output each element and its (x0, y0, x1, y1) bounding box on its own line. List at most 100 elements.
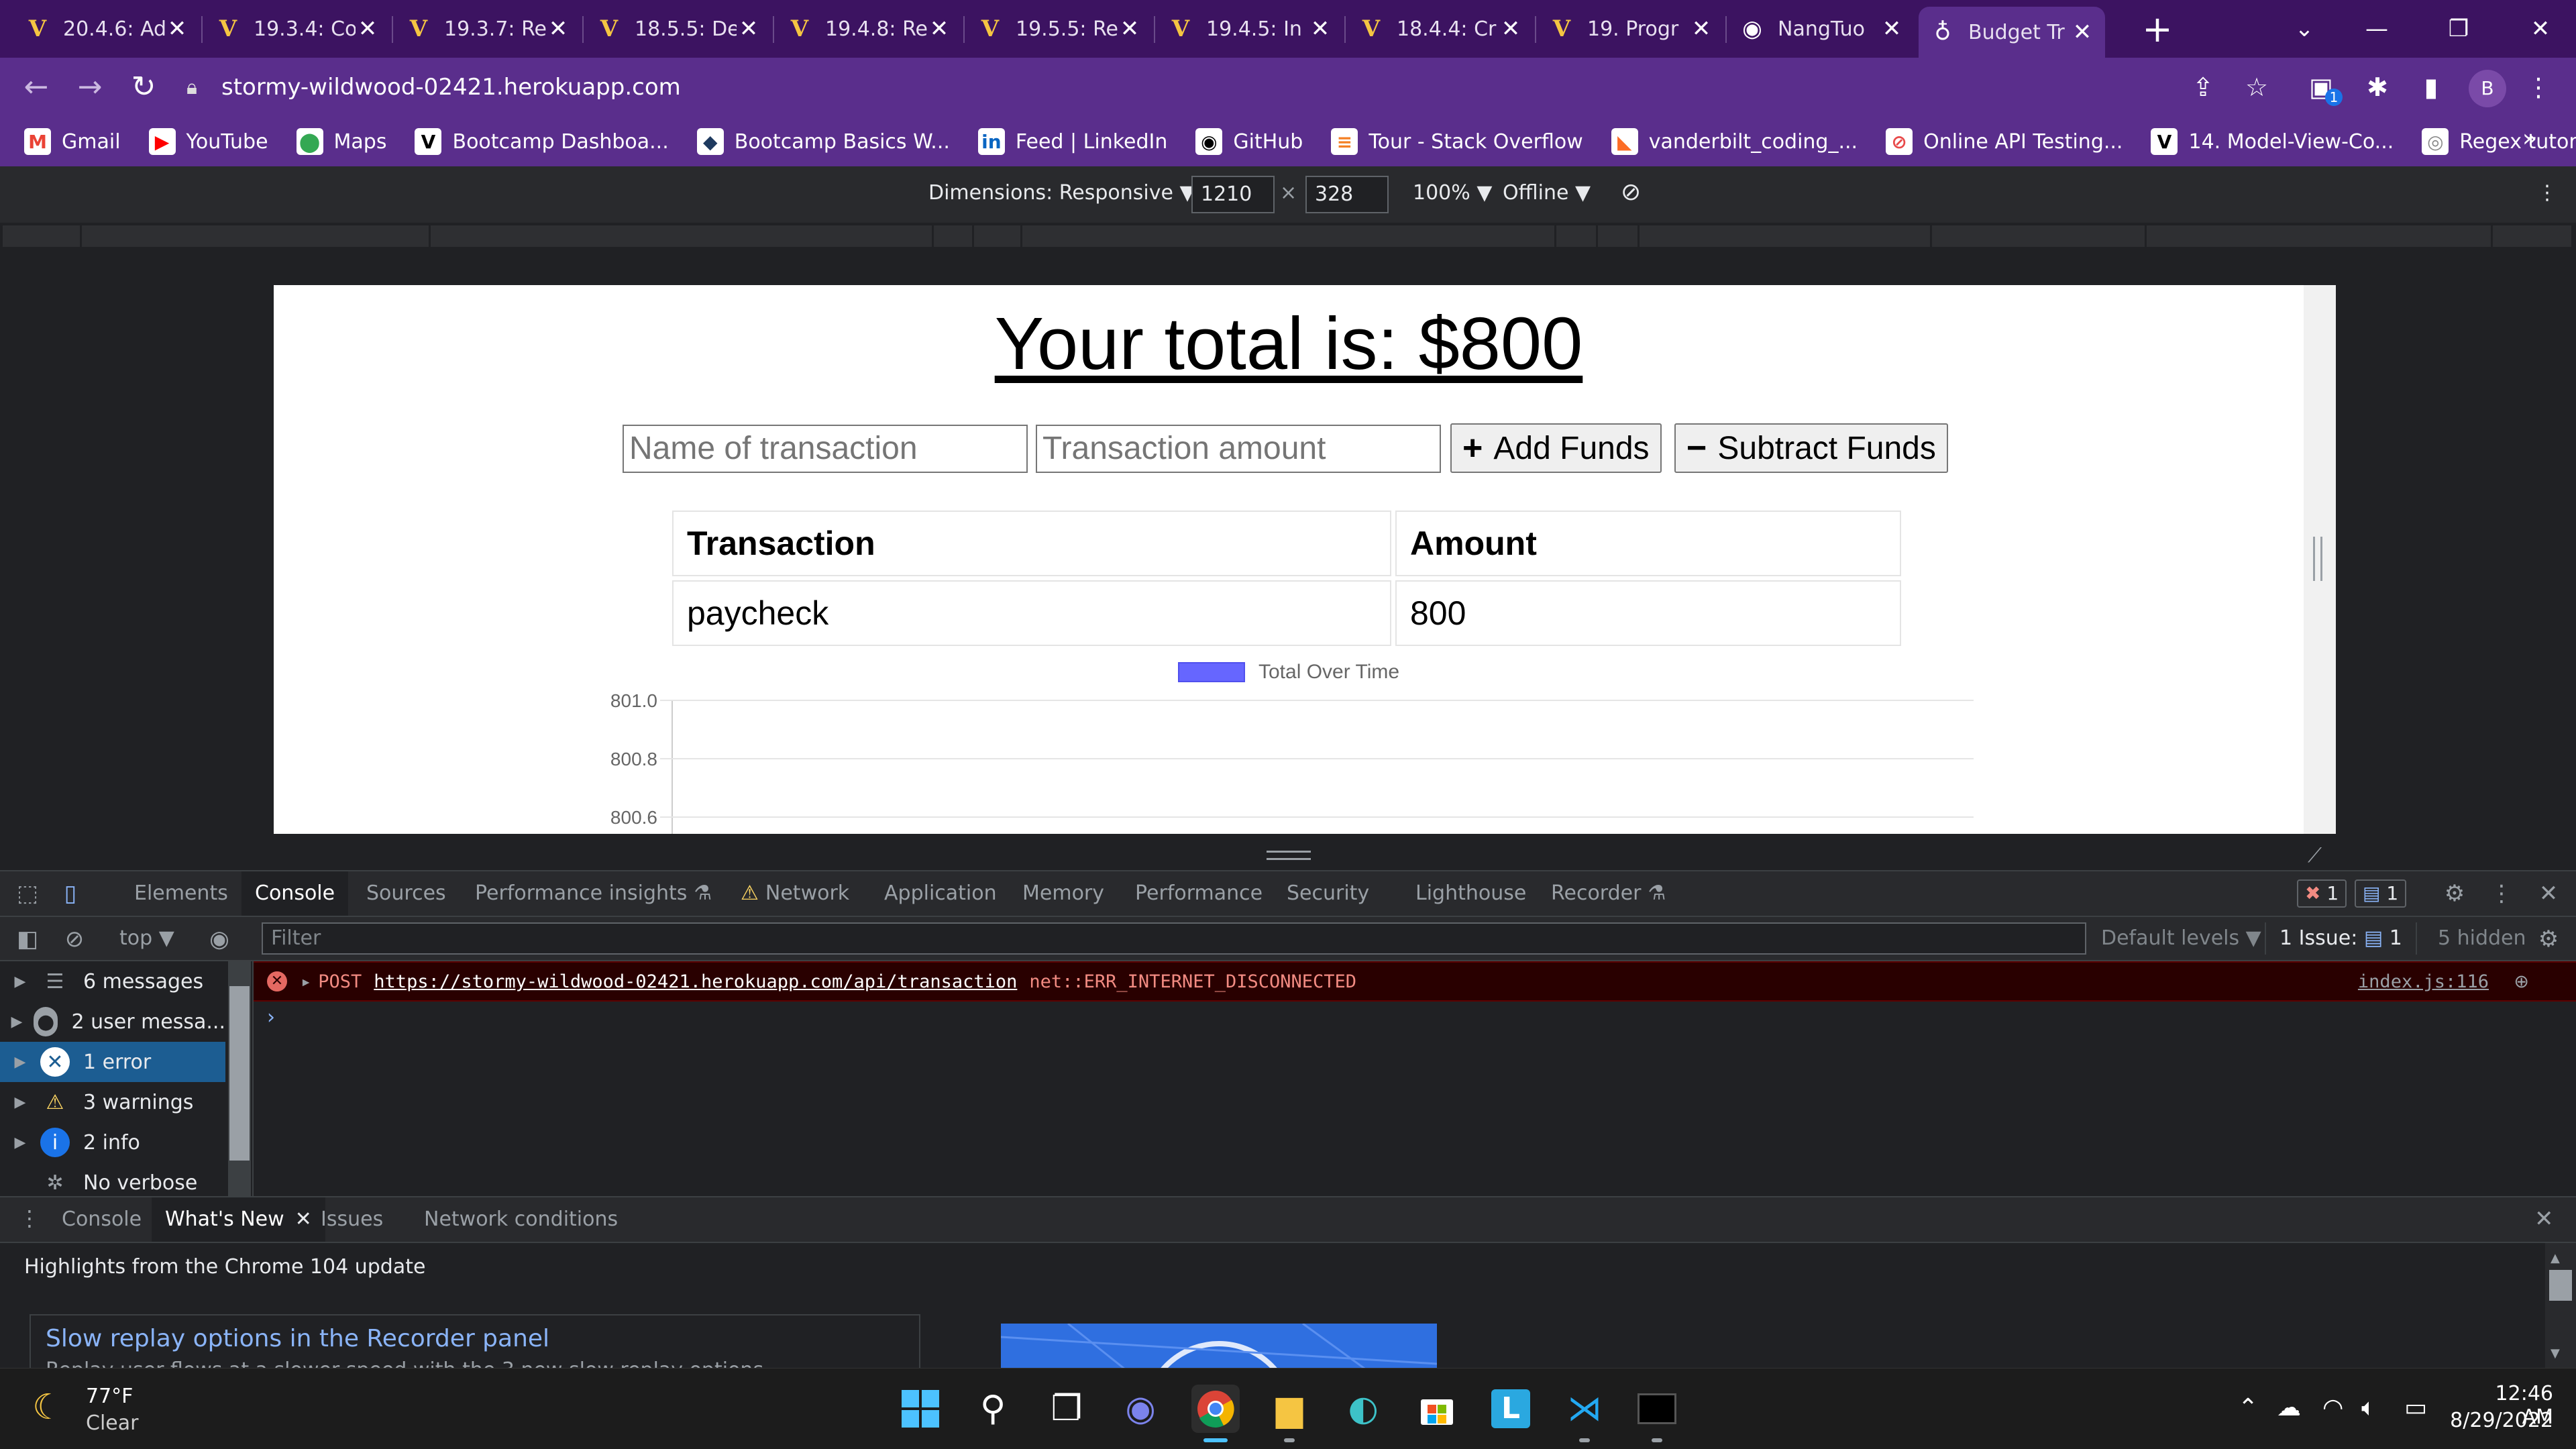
issues-counter[interactable]: 1 Issue: ▤ 1 (2265, 922, 2417, 955)
close-tab-icon[interactable]: ✕ (927, 15, 951, 42)
close-tab-icon[interactable]: ✕ (1308, 15, 1332, 42)
address-bar[interactable]: 🔒︎ stormy-wildwood-02421.herokuapp.com (178, 66, 2258, 109)
bookmark-item[interactable]: ◉ GitHub (1195, 128, 1303, 155)
devtools-menu-icon[interactable]: ⋮ (2486, 878, 2517, 909)
add-funds-button[interactable]: + Add Funds (1450, 423, 1662, 473)
viewport-height-resize-handle[interactable] (1267, 851, 1311, 860)
side-panel-icon[interactable]: ▮ (2412, 68, 2450, 106)
moon-weather-icon[interactable]: ☾ (32, 1387, 64, 1428)
browser-tab[interactable]: V 19.5.5: Re ✕ (966, 5, 1152, 52)
device-toggle-icon[interactable]: ▯ (55, 878, 86, 909)
bookmarks-overflow-button[interactable]: » (2522, 125, 2537, 152)
minimize-button[interactable]: — (2353, 7, 2400, 51)
console-filter-input[interactable]: Filter (262, 922, 2086, 955)
restore-button[interactable]: ❐ (2435, 7, 2482, 51)
expand-arrow-icon[interactable]: ▶ (0, 1054, 40, 1071)
devtools-tab-elements[interactable]: Elements (121, 871, 241, 916)
browser-menu-icon[interactable]: ⋮ (2520, 68, 2557, 106)
close-tab-icon[interactable]: ✕ (1499, 15, 1523, 42)
start-button[interactable] (896, 1385, 945, 1433)
devtools-tab-sources[interactable]: Sources (353, 871, 460, 916)
bookmark-item[interactable]: ◣ vanderbilt_coding_... (1611, 128, 1858, 155)
close-tab-icon[interactable]: ✕ (546, 15, 570, 42)
browser-tab[interactable]: V 19.3.4: Co ✕ (204, 5, 390, 52)
log-levels-dropdown[interactable]: Default levels ▼ (2101, 926, 2261, 950)
browser-tab[interactable]: V 19.4.5: In ✕ (1157, 5, 1343, 52)
browser-tab[interactable]: ♁ Budget Tr ✕ (1919, 7, 2105, 58)
browser-tab[interactable]: V 18.5.5: De ✕ (585, 5, 771, 52)
inspect-element-icon[interactable]: ⬚ (12, 878, 43, 909)
devtools-tab-security[interactable]: Security (1273, 871, 1383, 916)
viewport-corner-resize-handle[interactable]: ⟋ (2308, 844, 2322, 867)
sidebar-item-info[interactable]: ▶ i 2 info (0, 1122, 225, 1163)
bookmark-item[interactable]: ◎ Regex tutorial — A... (2422, 128, 2576, 155)
close-tab-icon[interactable]: ✕ (1880, 15, 1904, 42)
transaction-name-input[interactable]: Name of transaction (623, 425, 1028, 473)
bookmark-star-icon[interactable]: ☆ (2238, 68, 2275, 106)
error-url-link[interactable]: https://stormy-wildwood-02421.herokuapp.… (374, 971, 1017, 992)
console-error-message[interactable]: ✕ ▸ POST https://stormy-wildwood-02421.h… (254, 961, 2576, 1002)
devtools-tab-performance[interactable]: Performance (1122, 871, 1276, 916)
browser-tab[interactable]: V 18.4.4: Cr ✕ (1347, 5, 1534, 52)
wifi-icon[interactable]: ◠ (2322, 1394, 2343, 1421)
expand-arrow-icon[interactable]: ▶ (0, 1014, 34, 1030)
devtools-tab-memory[interactable]: Memory (1009, 871, 1118, 916)
card-title[interactable]: Slow replay options in the Recorder pane… (46, 1325, 549, 1352)
close-tab-icon[interactable]: ✕ (737, 15, 761, 42)
battery-icon[interactable]: ▭ (2404, 1394, 2427, 1421)
puzzle-extensions-icon[interactable]: ✱ (2359, 68, 2396, 106)
clock-date[interactable]: 8/29/2022 (2446, 1409, 2553, 1432)
drawer-scrollbar[interactable]: ▲ ▼ (2545, 1243, 2576, 1368)
new-tab-button[interactable]: + (2137, 9, 2178, 50)
devtools-tab-performance-insights[interactable]: Performance insights ⚗ (462, 871, 725, 916)
bookmark-item[interactable]: V Bootcamp Dashboa... (415, 128, 669, 155)
whats-new-card[interactable]: Slow replay options in the Recorder pane… (30, 1314, 920, 1375)
devtools-close-icon[interactable]: ✕ (2533, 878, 2564, 909)
task-view-icon[interactable]: ❐ (1042, 1385, 1091, 1433)
weather-temperature[interactable]: 77°F (86, 1385, 133, 1408)
subtract-funds-button[interactable]: − Subtract Funds (1674, 423, 1948, 473)
clear-console-icon[interactable]: ⊘ (59, 924, 90, 955)
devtools-tab-recorder[interactable]: Recorder ⚗ (1538, 871, 1679, 916)
chrome-icon[interactable] (1191, 1385, 1240, 1442)
microsoft-store-icon[interactable] (1413, 1385, 1461, 1433)
bookmark-item[interactable]: in Feed | LinkedIn (977, 128, 1167, 155)
error-source-link[interactable]: index.js:116 (2358, 971, 2489, 992)
sidebar-toggle-icon[interactable]: ◧ (12, 924, 43, 955)
drawer-close-icon[interactable]: ✕ (2534, 1205, 2554, 1232)
bookmark-item[interactable]: ⊘ Online API Testing... (1886, 128, 2123, 155)
dimensions-dropdown[interactable]: Dimensions: Responsive ▼ (928, 181, 1195, 205)
close-tab-icon[interactable]: ✕ (2070, 19, 2094, 46)
expand-arrow-icon[interactable]: ▸ (301, 971, 311, 992)
devtools-settings-icon[interactable]: ⚙ (2439, 878, 2470, 909)
browser-tab[interactable]: V 19.4.8: Re ✕ (775, 5, 962, 52)
close-window-button[interactable]: ✕ (2517, 7, 2564, 51)
sidebar-scroll-thumb[interactable] (229, 986, 250, 1161)
onedrive-icon[interactable]: ☁ (2277, 1394, 2301, 1421)
edge-icon[interactable]: ◐ (1339, 1385, 1387, 1433)
close-tab-icon[interactable]: ✕ (356, 15, 380, 42)
viewport-width-input[interactable]: 1210 (1191, 176, 1275, 213)
expand-arrow-icon[interactable]: ▶ (0, 973, 40, 990)
bookmark-item[interactable]: M Gmail (24, 128, 121, 155)
drawer-menu-icon[interactable]: ⋮ (19, 1205, 40, 1231)
bookmark-item[interactable]: V 14. Model-View-Co... (2151, 128, 2394, 155)
console-settings-icon[interactable]: ⚙ (2533, 924, 2564, 955)
device-toolbar-menu-icon[interactable]: ⋮ (2537, 181, 2557, 205)
search-icon[interactable]: ⚲ (969, 1385, 1017, 1433)
devtools-tab-lighthouse[interactable]: Lighthouse (1402, 871, 1540, 916)
terminal-icon[interactable] (1633, 1385, 1681, 1442)
message-count-badge[interactable]: ▤ 1 (2355, 879, 2407, 908)
viewport-height-input[interactable]: 328 (1305, 176, 1389, 213)
bookmark-item[interactable]: ▶ YouTube (148, 128, 268, 155)
live-expression-eye-icon[interactable]: ◉ (204, 924, 235, 955)
drawer-tab-network-conditions[interactable]: Network conditions (411, 1197, 631, 1242)
tab-search-icon[interactable]: ⌄ (2281, 7, 2328, 51)
tray-overflow-icon[interactable]: ⌃ (2238, 1394, 2258, 1421)
bookmark-item[interactable]: ≡ Tour - Stack Overflow (1331, 128, 1583, 155)
error-count-badge[interactable]: ✖ 1 (2297, 879, 2347, 908)
context-selector[interactable]: top ▼ (119, 926, 174, 950)
reload-button[interactable]: ↻ (123, 67, 164, 107)
drawer-tab-issues[interactable]: Issues (307, 1197, 396, 1242)
expand-arrow-icon[interactable]: ▶ (0, 1094, 40, 1111)
